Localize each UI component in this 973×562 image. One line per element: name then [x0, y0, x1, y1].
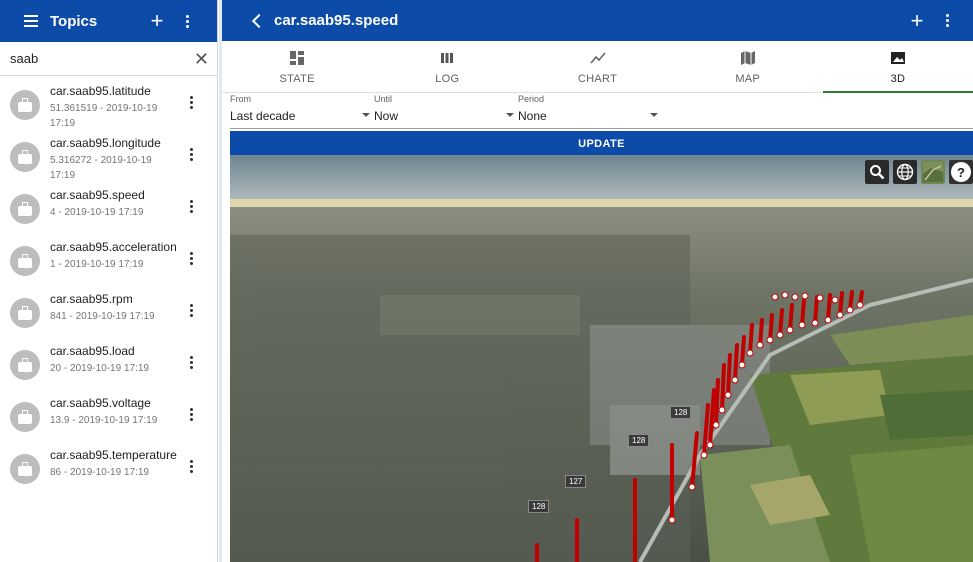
from-label: From [230, 94, 251, 104]
topics-panel: Topics + ✕ car.saab95.latitude51.361519 … [0, 0, 218, 562]
detail-more-icon[interactable] [941, 14, 953, 27]
tab-chart[interactable]: CHART [522, 41, 672, 92]
topic-list-item[interactable]: car.saab95.latitude 51.361519 - 2019-10-1… [0, 84, 217, 136]
dropdown-arrow-icon [506, 113, 514, 117]
tab-3d[interactable]: 3D [822, 41, 973, 93]
dashboard-icon [290, 51, 305, 65]
topic-list-item[interactable]: car.saab95.longitude 5.316272 - 2019-10-1… [0, 136, 217, 188]
topic-more-icon[interactable] [185, 148, 197, 161]
tab-state[interactable]: STATE [222, 41, 372, 92]
update-button[interactable]: UPDATE [230, 131, 973, 157]
topic-detail: 20 - 2019-10-19 17:19 [50, 363, 149, 374]
until-label: Until [374, 94, 393, 104]
topic-more-icon[interactable] [185, 304, 197, 317]
topic-detail: 51.361519 - 2019-10-19 17:19 [50, 103, 158, 129]
satellite-scene[interactable] [230, 155, 973, 562]
briefcase-icon [10, 142, 40, 172]
tab-map[interactable]: MAP [673, 41, 823, 92]
clear-search-icon[interactable]: ✕ [194, 50, 209, 68]
line-chart-icon [589, 52, 606, 64]
from-value: Last decade [230, 109, 296, 123]
tab-label: MAP [735, 73, 761, 85]
imagery-layer-icon[interactable] [921, 160, 945, 184]
help-icon[interactable]: ? [949, 160, 973, 184]
topic-more-icon[interactable] [185, 460, 197, 473]
filter-underline [662, 128, 973, 129]
add-topic-button[interactable]: + [147, 10, 167, 32]
dropdown-arrow-icon [650, 113, 658, 117]
dropdown-arrow-icon [362, 113, 370, 117]
tab-label: 3D [890, 73, 906, 85]
add-button[interactable]: + [907, 9, 927, 31]
tab-log[interactable]: LOG [372, 41, 522, 92]
topics-more-icon[interactable] [181, 14, 193, 28]
topic-more-icon[interactable] [185, 252, 197, 265]
briefcase-icon [10, 350, 40, 380]
image-icon [890, 52, 905, 64]
search-input[interactable] [10, 51, 194, 66]
tab-label: LOG [435, 73, 460, 85]
briefcase-icon [10, 402, 40, 432]
topic-list: car.saab95.latitude 51.361519 - 2019-10-1… [0, 76, 217, 500]
topic-detail: 13.9 - 2019-10-19 17:19 [50, 415, 158, 426]
3d-map-view[interactable]: 128 127 128 128 ? [230, 155, 973, 562]
topic-detail: 5.316272 - 2019-10-19 17:19 [50, 155, 152, 181]
map-icon [740, 51, 755, 65]
topics-appbar: Topics + [0, 0, 217, 42]
map-label: 127 [565, 475, 587, 488]
search-icon[interactable] [865, 160, 889, 184]
from-select[interactable]: From Last decade [230, 93, 374, 129]
search-bar: ✕ [0, 42, 217, 76]
topic-detail: 1 - 2019-10-19 17:19 [50, 259, 144, 270]
topic-detail: 4 - 2019-10-19 17:19 [50, 207, 144, 218]
briefcase-icon [10, 90, 40, 120]
field-underline [374, 128, 518, 129]
period-select[interactable]: Period None [518, 93, 662, 129]
view-tabs: STATE LOG CHART MAP 3D [222, 41, 973, 93]
topic-more-icon[interactable] [185, 408, 197, 421]
topic-detail: 841 - 2019-10-19 17:19 [50, 311, 155, 322]
topics-title: Topics [50, 12, 98, 30]
view-columns-icon [441, 53, 454, 63]
back-icon[interactable] [251, 13, 267, 28]
topic-more-icon[interactable] [185, 200, 197, 213]
topic-more-icon[interactable] [185, 96, 197, 109]
topic-detail: car.saab95.speed + STATE LOG CHART MAP 3… [222, 0, 973, 562]
topic-list-item[interactable]: car.saab95.speed 4 - 2019-10-19 17:19 [0, 188, 217, 240]
map-label: 128 [528, 500, 550, 513]
tab-label: STATE [279, 73, 315, 85]
topic-more-icon[interactable] [185, 356, 197, 369]
topic-list-item[interactable]: car.saab95.rpm 841 - 2019-10-19 17:19 [0, 292, 217, 344]
briefcase-icon [10, 454, 40, 484]
map-label: 128 [670, 406, 692, 419]
until-value: Now [374, 109, 399, 123]
topic-detail: 86 - 2019-10-19 17:19 [50, 467, 149, 478]
period-label: Period [518, 94, 545, 104]
menu-icon[interactable] [24, 15, 44, 27]
until-select[interactable]: Until Now [374, 93, 518, 129]
topic-list-item[interactable]: car.saab95.load 20 - 2019-10-19 17:19 [0, 344, 217, 396]
topic-title: car.saab95.speed [274, 12, 399, 29]
map-toolbar: ? [865, 160, 973, 184]
topic-list-item[interactable]: car.saab95.voltage 13.9 - 2019-10-19 17:1… [0, 396, 217, 448]
filter-row: From Last decade Until Now Period None [230, 93, 973, 129]
detail-appbar: car.saab95.speed + [222, 0, 973, 41]
field-underline [230, 128, 374, 129]
briefcase-icon [10, 298, 40, 328]
field-underline [518, 128, 662, 129]
globe-icon[interactable] [893, 160, 917, 184]
briefcase-icon [10, 194, 40, 224]
briefcase-icon [10, 246, 40, 276]
topic-list-item[interactable]: car.saab95.temperature 86 - 2019-10-19 17… [0, 448, 217, 500]
period-value: None [518, 109, 547, 123]
map-label: 128 [628, 434, 650, 447]
topic-list-item[interactable]: car.saab95.acceleration 1 - 2019-10-19 17… [0, 240, 217, 292]
tab-label: CHART [577, 73, 618, 85]
